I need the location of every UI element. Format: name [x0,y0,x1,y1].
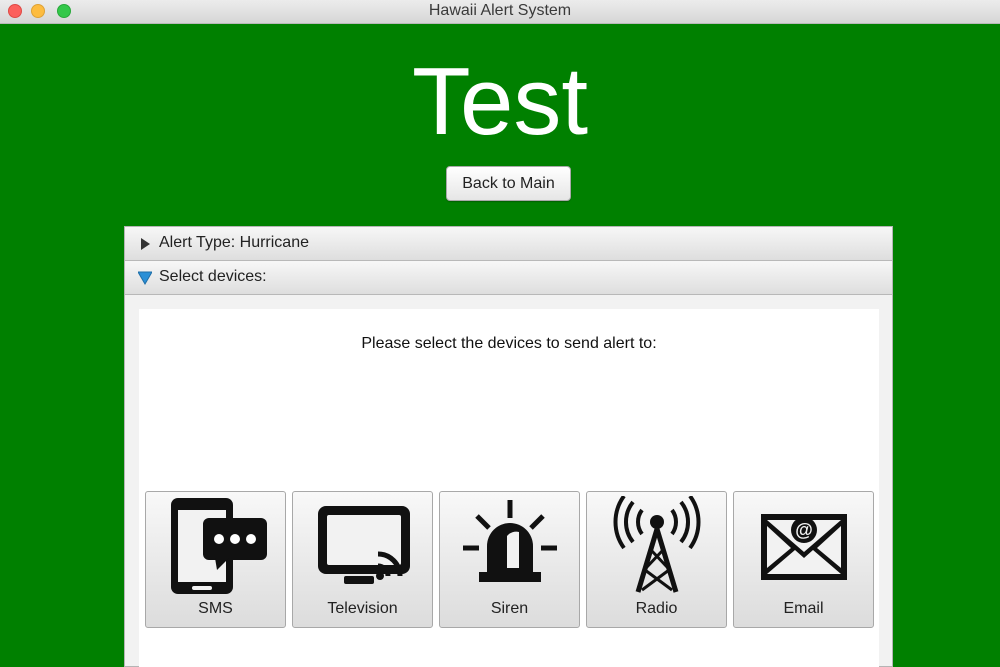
page-title: Test [411,48,589,155]
siren-device-button[interactable]: Siren [439,491,580,628]
sms-device-button[interactable]: SMS [145,491,286,628]
main-content: Test Back to Main Alert Type: Hurricane … [0,24,1000,667]
television-device-button[interactable]: Television [292,491,433,628]
siren-icon [463,500,557,582]
select-devices-pane: Please select the devices to send alert … [139,309,879,667]
siren-label: Siren [490,600,529,617]
svg-text:@: @ [795,520,813,540]
email-envelope-icon: @ [761,514,847,580]
radio-tower-icon [613,496,701,593]
sms-phone-chat-icon [171,498,267,594]
window-title: Hawaii Alert System [428,2,572,19]
window-titlebar: Hawaii Alert System [0,0,1000,24]
expanded-arrow-icon [138,271,152,285]
select-devices-pane-header[interactable]: Select devices: [125,261,892,295]
alert-type-pane-header[interactable]: Alert Type: Hurricane [125,227,892,261]
select-devices-label: Select devices: [159,268,267,285]
email-device-button[interactable]: @ Email [733,491,874,628]
television-label: Television [327,600,398,617]
radio-label: Radio [635,600,678,617]
instructions-text: Please select the devices to send alert … [361,335,657,352]
sms-label: SMS [198,600,233,617]
email-label: Email [783,600,824,617]
back-to-main-button[interactable]: Back to Main [446,166,571,201]
collapsed-arrow-icon [141,238,150,250]
radio-device-button[interactable]: Radio [586,491,727,628]
alert-accordion: Alert Type: Hurricane Select devices: Pl… [124,226,893,667]
television-cast-icon [318,506,410,584]
alert-type-label: Alert Type: Hurricane [159,234,309,251]
